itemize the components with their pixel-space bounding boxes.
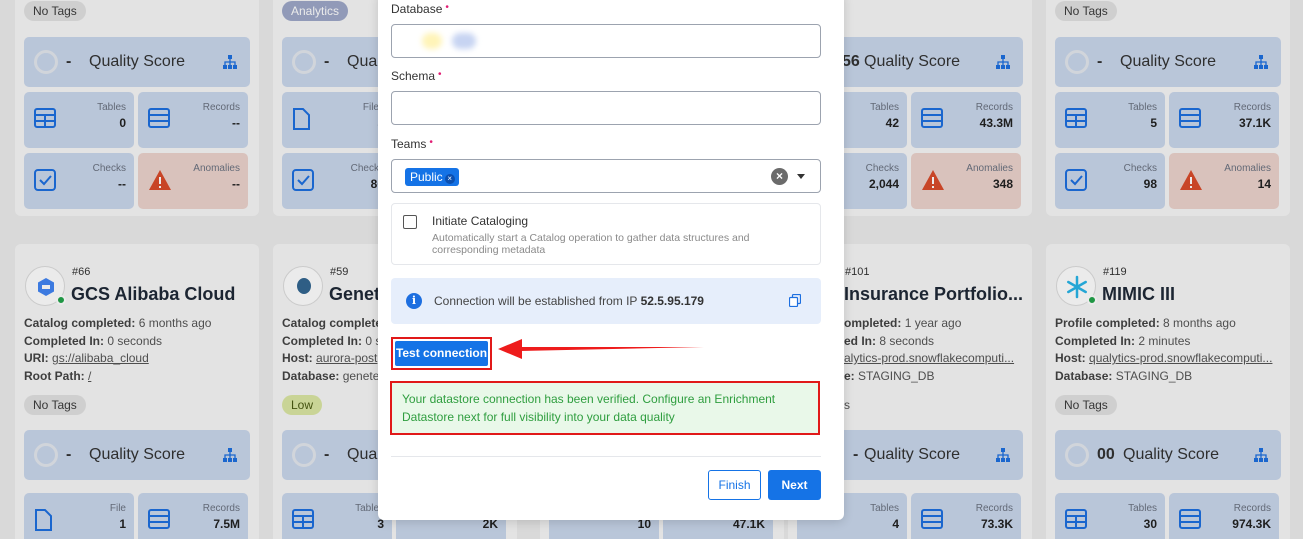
initiate-cataloging-option[interactable]: Initiate Cataloging Automatically start … <box>391 203 821 265</box>
next-button[interactable]: Next <box>768 470 821 500</box>
teams-select[interactable]: Public × × <box>391 159 821 193</box>
database-input[interactable] <box>391 24 821 58</box>
finish-button[interactable]: Finish <box>708 470 761 500</box>
cataloging-title: Initiate Cataloging <box>432 214 529 228</box>
connection-verified-message: Your datastore connection has been verif… <box>394 385 816 431</box>
teams-label: Teams • <box>391 137 433 151</box>
clear-icon[interactable]: × <box>771 168 788 185</box>
success-message-highlight: Your datastore connection has been verif… <box>390 381 820 435</box>
required-marker: • <box>438 69 442 80</box>
test-connection-highlight: Test connection <box>391 337 492 370</box>
schema-input[interactable] <box>391 91 821 125</box>
divider <box>391 456 821 457</box>
copy-icon[interactable] <box>789 294 801 307</box>
datastore-connection-modal: Database • Schema • Teams • Public × × Initi… <box>378 0 844 520</box>
schema-label: Schema • <box>391 69 442 83</box>
redacted-value <box>422 33 442 49</box>
redacted-value <box>452 33 476 49</box>
chip-remove-icon[interactable]: × <box>444 174 455 184</box>
chevron-down-icon[interactable] <box>797 174 805 179</box>
required-marker: • <box>445 2 449 13</box>
required-marker: • <box>429 137 433 148</box>
team-chip-public[interactable]: Public × <box>405 168 459 186</box>
ip-text: Connection will be established from IP 5… <box>434 294 704 308</box>
cataloging-description: Automatically start a Catalog operation … <box>432 232 750 256</box>
ip-info-banner: i Connection will be established from IP… <box>391 278 821 324</box>
test-connection-button[interactable]: Test connection <box>395 341 488 366</box>
cataloging-checkbox[interactable] <box>403 215 417 229</box>
annotation-arrow-icon <box>498 339 704 359</box>
ip-address: 52.5.95.179 <box>640 294 704 308</box>
database-label: Database • <box>391 2 449 16</box>
info-icon: i <box>406 293 422 309</box>
